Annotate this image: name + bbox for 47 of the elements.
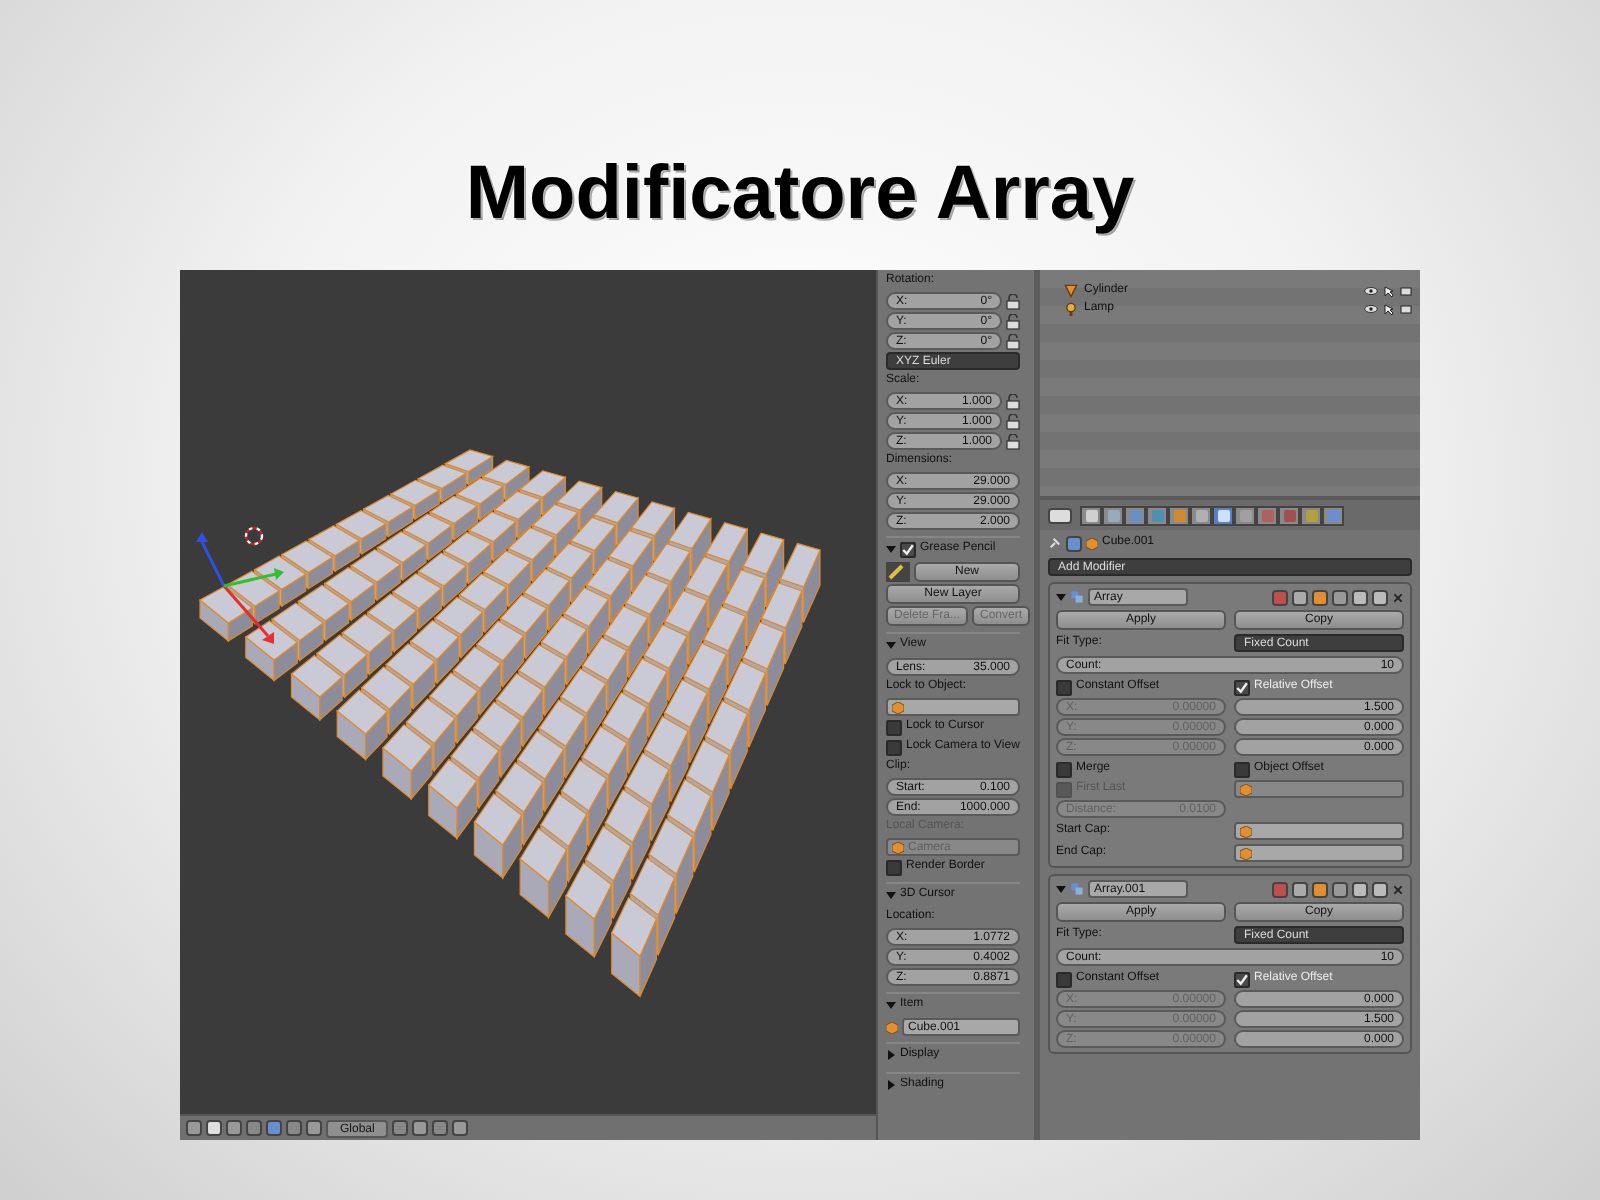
cube-icon	[1240, 783, 1252, 795]
checkbox[interactable]	[886, 859, 902, 875]
padlock-icon[interactable]	[1006, 313, 1020, 329]
padlock-icon[interactable]	[1006, 433, 1020, 449]
cube-icon	[892, 701, 904, 713]
3d-cursor-icon	[244, 526, 264, 546]
object-field[interactable]	[1234, 844, 1404, 862]
close-icon[interactable]	[1392, 883, 1404, 895]
eye-icon[interactable]	[1364, 304, 1378, 314]
checkbox[interactable]	[1056, 971, 1072, 987]
object-field[interactable]	[886, 698, 1020, 716]
disclosure-triangle-icon[interactable]	[886, 1080, 896, 1090]
checkbox[interactable]	[1234, 679, 1250, 695]
padlock-icon[interactable]	[1006, 293, 1020, 309]
disclosure-triangle-icon[interactable]	[886, 1050, 896, 1060]
object-field[interactable]	[1234, 780, 1404, 798]
modifier-icon	[1070, 590, 1084, 604]
transform-gizmo-icon	[196, 532, 284, 644]
modifier-icon	[1070, 882, 1084, 896]
checkbox[interactable]	[1234, 761, 1250, 777]
checkbox[interactable]	[886, 739, 902, 755]
cube-icon	[892, 841, 904, 853]
scene-icon	[1066, 535, 1082, 551]
pin-icon[interactable]	[1048, 536, 1062, 550]
disclosure-triangle-icon[interactable]	[1056, 592, 1066, 602]
disclosure-triangle-icon[interactable]	[886, 1000, 896, 1010]
checkbox[interactable]	[886, 719, 902, 735]
disclosure-triangle-icon[interactable]	[886, 890, 896, 900]
checkbox[interactable]	[1056, 761, 1072, 777]
cube-icon	[1086, 537, 1098, 549]
checkbox[interactable]	[1056, 679, 1072, 695]
checkbox[interactable]	[900, 541, 916, 557]
eye-icon[interactable]	[1364, 286, 1378, 296]
close-icon[interactable]	[1392, 591, 1404, 603]
pencil-icon[interactable]	[886, 562, 910, 582]
object-field[interactable]	[1234, 822, 1404, 840]
padlock-icon[interactable]	[1006, 413, 1020, 429]
disclosure-triangle-icon[interactable]	[886, 544, 896, 554]
padlock-icon[interactable]	[1006, 333, 1020, 349]
mesh-icon[interactable]	[1064, 284, 1078, 298]
lamp-icon[interactable]	[1064, 302, 1078, 316]
checkbox[interactable]	[1234, 971, 1250, 987]
cube-icon	[886, 1021, 898, 1033]
slide-title: Modificatore Array	[465, 152, 1135, 238]
padlock-icon[interactable]	[1006, 393, 1020, 409]
disclosure-triangle-icon[interactable]	[1056, 884, 1066, 894]
disclosure-triangle-icon[interactable]	[886, 640, 896, 650]
